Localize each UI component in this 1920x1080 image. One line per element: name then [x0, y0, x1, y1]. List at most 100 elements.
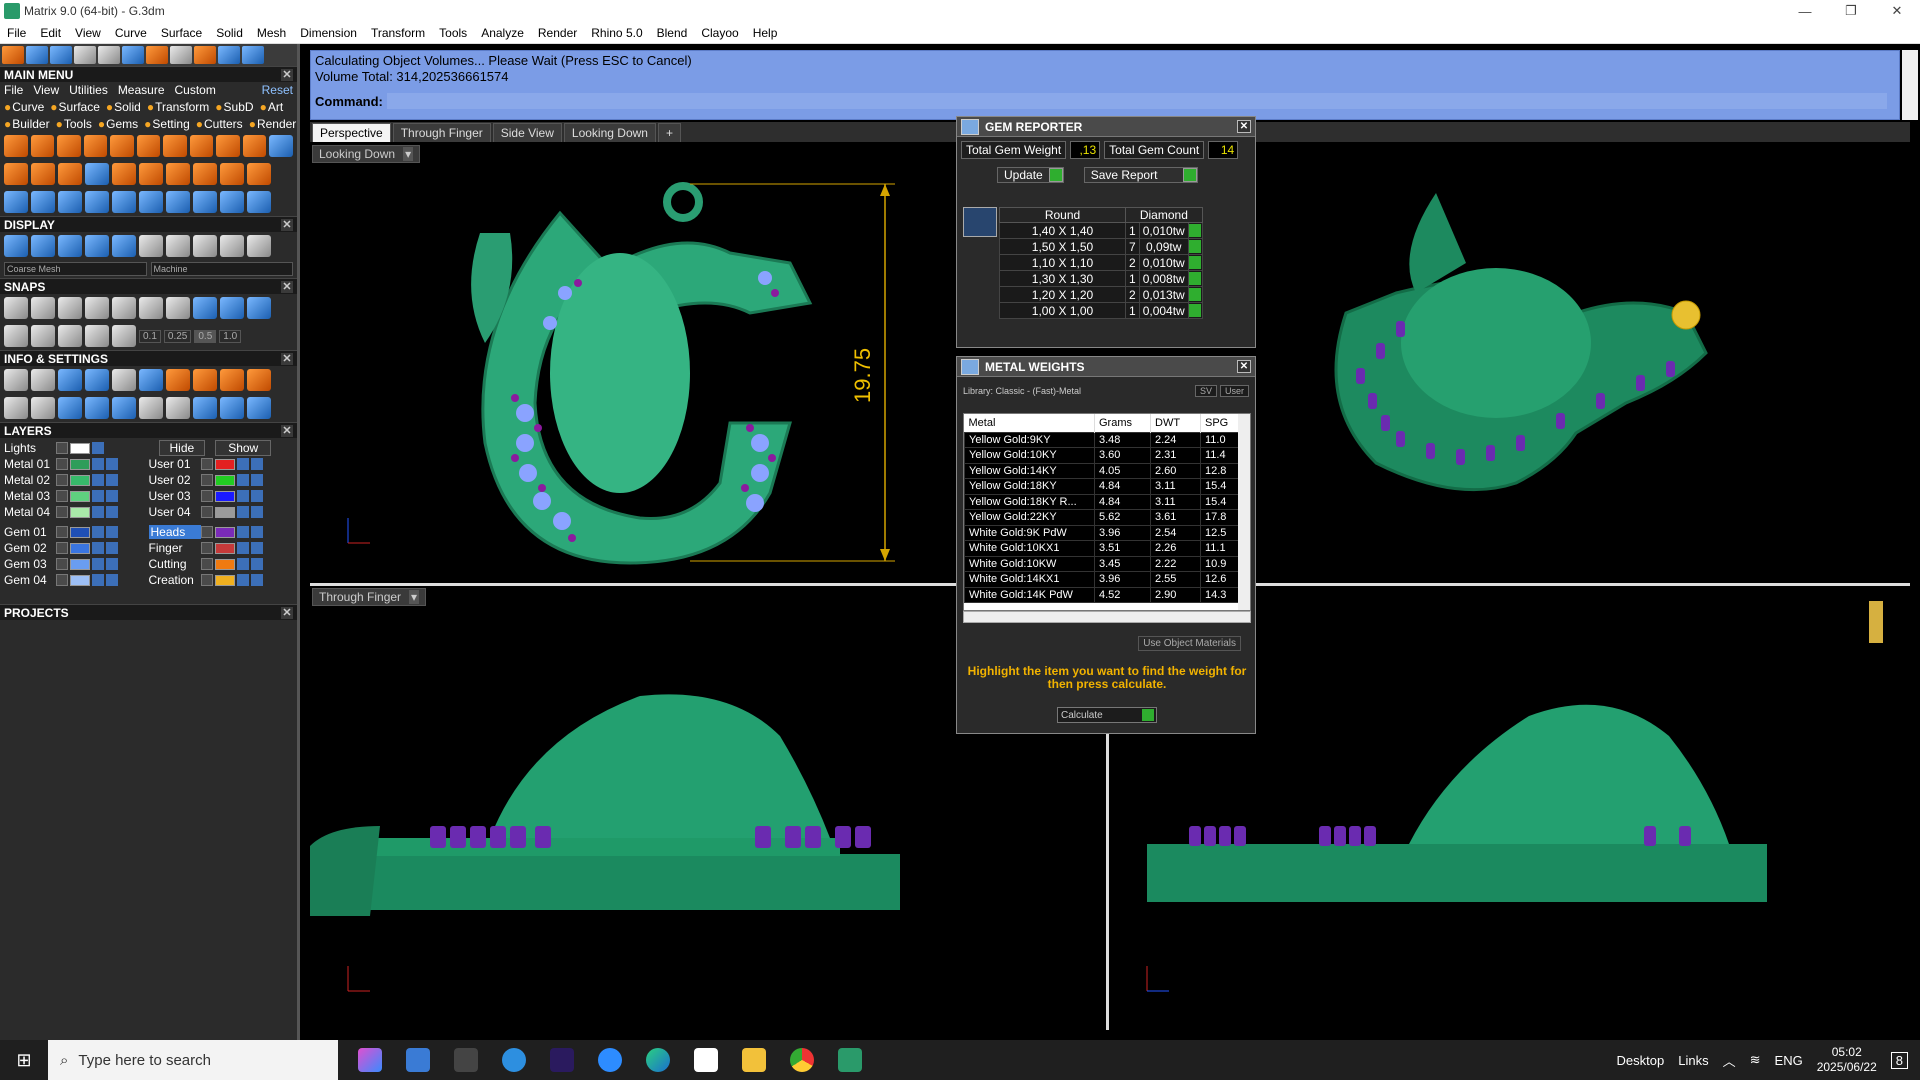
copilot-icon[interactable]	[346, 1040, 394, 1080]
snap-icon[interactable]	[85, 325, 109, 347]
metal-row[interactable]: White Gold:14KX1 3.96 2.55 12.6	[964, 571, 1240, 588]
snap-icon[interactable]	[31, 325, 55, 347]
layer-toggle[interactable]	[200, 506, 213, 518]
tool-icon[interactable]	[220, 369, 244, 391]
layer-toggle[interactable]	[56, 474, 68, 486]
tool-icon[interactable]	[139, 163, 163, 185]
cat-render[interactable]: ●Render	[249, 117, 297, 131]
tool-icon[interactable]	[139, 191, 163, 213]
close-icon[interactable]: ✕	[1237, 360, 1251, 373]
visibility-icon[interactable]	[106, 506, 118, 518]
minimize-button[interactable]: —	[1782, 0, 1828, 22]
layer-name[interactable]: User 01	[149, 457, 201, 471]
chrome-icon[interactable]	[778, 1040, 826, 1080]
lights-lock[interactable]	[92, 442, 104, 454]
snap-icon[interactable]	[193, 297, 217, 319]
cat-transform[interactable]: ●Transform	[147, 100, 209, 114]
user-button[interactable]: User	[1219, 385, 1249, 397]
tool-icon[interactable]	[83, 135, 108, 157]
lock-icon[interactable]	[92, 458, 104, 470]
visibility-icon[interactable]	[106, 574, 118, 586]
new-icon[interactable]	[2, 46, 24, 64]
layer-item[interactable]: Gem 03	[4, 557, 149, 571]
sphere-icon[interactable]	[220, 235, 244, 257]
metal-row[interactable]: White Gold:14K PdW 4.52 2.90 14.3	[964, 586, 1240, 603]
close-icon[interactable]: ✕	[281, 68, 293, 81]
close-icon[interactable]: ✕	[281, 280, 293, 293]
tool-icon[interactable]	[31, 163, 55, 185]
layer-item[interactable]: Cutting	[149, 557, 294, 571]
layer-toggle[interactable]	[200, 574, 213, 586]
layer-name[interactable]: Gem 04	[4, 573, 56, 587]
layer-toggle[interactable]	[200, 474, 213, 486]
tool-icon[interactable]	[193, 369, 217, 391]
metal-row[interactable]: White Gold:10KX1 3.51 2.26 11.1	[964, 540, 1240, 557]
snap-value[interactable]: 0.5	[194, 329, 217, 343]
layer-toggle[interactable]	[200, 526, 213, 538]
submenu-file[interactable]: File	[4, 83, 23, 97]
open-icon[interactable]	[26, 46, 48, 64]
lock-icon[interactable]	[92, 526, 104, 538]
cat-setting[interactable]: ●Setting	[144, 117, 190, 131]
lock-icon[interactable]	[92, 474, 104, 486]
snap-value[interactable]: 1.0	[219, 329, 242, 343]
tab-add[interactable]: +	[657, 123, 681, 142]
gem-row[interactable]: 1,50 X 1,50 7 0,09tw	[999, 238, 1203, 255]
metal-table-container[interactable]: Metal Grams DWT SPG Yellow Gold:9KY 3.48 2…	[963, 413, 1251, 611]
layer-name[interactable]: Creation	[149, 573, 201, 587]
menu-dimension[interactable]: Dimension	[293, 26, 364, 40]
tool-icon[interactable]	[4, 397, 28, 419]
snap-icon[interactable]	[58, 325, 82, 347]
metal-row[interactable]: White Gold:10KW 3.45 2.22 10.9	[964, 555, 1240, 572]
menu-mesh[interactable]: Mesh	[250, 26, 293, 40]
tool-icon[interactable]	[58, 369, 82, 391]
close-button[interactable]: ✕	[1874, 0, 1920, 22]
hide-button[interactable]: Hide	[158, 440, 206, 456]
wireframe-icon[interactable]	[4, 235, 28, 257]
lock-icon[interactable]	[236, 526, 249, 538]
cat-subd[interactable]: ●SubD	[215, 100, 253, 114]
tool-icon[interactable]	[216, 135, 240, 157]
cut-icon[interactable]	[98, 46, 120, 64]
layer-item[interactable]: Metal 03	[4, 489, 149, 503]
layer-name[interactable]: Gem 02	[4, 541, 56, 555]
tab-looking-down[interactable]: Looking Down	[563, 123, 656, 142]
layer-name[interactable]: Gem 03	[4, 557, 56, 571]
layer-item[interactable]: Creation	[149, 573, 294, 587]
layer-name[interactable]: Cutting	[149, 557, 201, 571]
lock-icon[interactable]	[236, 506, 249, 518]
visibility-icon[interactable]	[250, 558, 263, 570]
visibility-icon[interactable]	[106, 542, 118, 554]
col-spg[interactable]: SPG	[1200, 414, 1240, 432]
sphere-icon[interactable]	[193, 235, 217, 257]
tool-icon[interactable]	[136, 135, 161, 157]
layer-name[interactable]: Finger	[149, 541, 201, 555]
menu-rhino[interactable]: Rhino 5.0	[584, 26, 649, 40]
visibility-icon[interactable]	[106, 474, 118, 486]
tool-icon[interactable]	[247, 397, 271, 419]
gem-reporter-titlebar[interactable]: GEM REPORTER ✕	[957, 117, 1255, 137]
cat-surface[interactable]: ●Surface	[50, 100, 100, 114]
tool-icon[interactable]	[85, 369, 109, 391]
snap-value[interactable]: 0.1	[139, 329, 161, 343]
metal-row[interactable]: Yellow Gold:22KY 5.62 3.61 17.8	[964, 509, 1240, 526]
save-report-button[interactable]: Save Report	[1083, 167, 1199, 183]
tool-icon[interactable]	[4, 135, 28, 157]
viewport-perspective[interactable]	[1256, 143, 1910, 583]
layer-color-swatch[interactable]	[214, 526, 235, 538]
layer-item[interactable]: Gem 04	[4, 573, 149, 587]
select-gem-button[interactable]	[1187, 302, 1203, 319]
visibility-icon[interactable]	[250, 526, 263, 538]
snap-icon[interactable]	[166, 297, 190, 319]
menu-clayoo[interactable]: Clayoo	[694, 26, 745, 40]
cat-gems[interactable]: ●Gems	[98, 117, 138, 131]
menu-edit[interactable]: Edit	[33, 26, 68, 40]
tool-icon[interactable]	[112, 163, 136, 185]
tab-perspective[interactable]: Perspective	[312, 123, 391, 142]
tool-icon[interactable]	[166, 369, 190, 391]
lock-icon[interactable]	[92, 506, 104, 518]
layer-color-swatch[interactable]	[70, 542, 90, 554]
tool-icon[interactable]	[139, 397, 163, 419]
menu-analyze[interactable]: Analyze	[474, 26, 531, 40]
xray-icon[interactable]	[112, 235, 136, 257]
